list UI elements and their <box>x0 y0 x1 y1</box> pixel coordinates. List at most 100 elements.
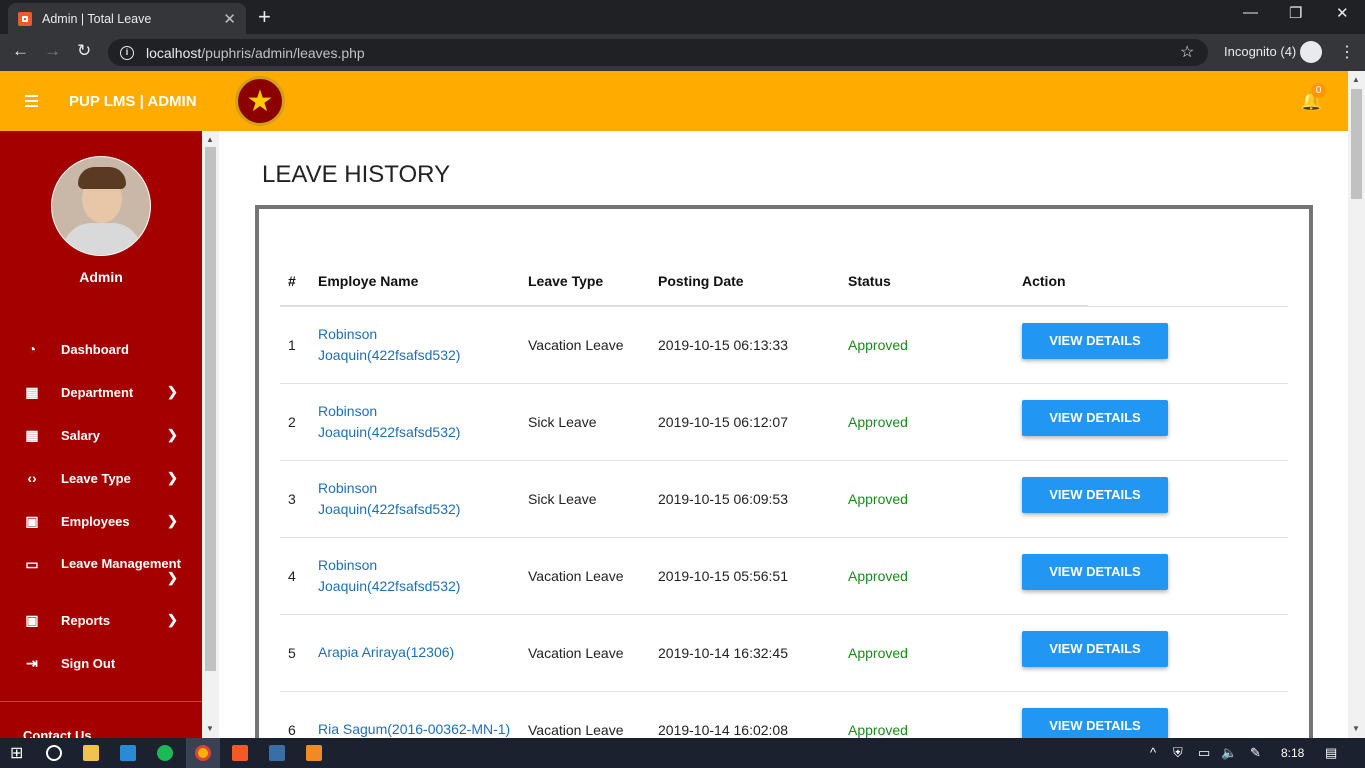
sidebar-item-salary[interactable]: ▦ Salary ❯ <box>0 415 202 455</box>
column-header-empty <box>1088 256 1288 306</box>
employee-link[interactable]: Robinson Joaquin(422fsafsd532) <box>318 403 460 440</box>
chrome-icon[interactable] <box>195 745 211 761</box>
scroll-down-icon[interactable]: ▼ <box>1352 724 1360 733</box>
employee-link[interactable]: Robinson Joaquin(422fsafsd532) <box>318 557 460 594</box>
scroll-up-icon[interactable]: ▲ <box>1352 75 1360 84</box>
sidebar-item-label: Leave Type <box>61 470 131 486</box>
hamburger-icon[interactable] <box>25 95 38 110</box>
sidebar-item-sign-out[interactable]: ⇥ Sign Out <box>0 643 202 683</box>
sidebar-item-employees[interactable]: ▣ Employees ❯ <box>0 501 202 541</box>
sidebar-item-leave-management[interactable]: ▭ Leave Management ❯ <box>0 544 202 592</box>
pen-icon[interactable]: ✎ <box>1250 745 1261 761</box>
main-scroll-thumb[interactable] <box>1351 89 1362 199</box>
browser-toolbar: ← → ↻ i localhost/puphris/admin/leaves.p… <box>0 34 1365 71</box>
employee-link[interactable]: Robinson Joaquin(422fsafsd532) <box>318 326 460 363</box>
contact-link[interactable]: Contact Us <box>23 728 92 738</box>
leave-type: Sick Leave <box>528 459 658 537</box>
employee-name-line1: Robinson <box>318 325 378 342</box>
employee-link[interactable]: Arapia Ariraya(12306) <box>318 644 454 660</box>
xampp-favicon-icon <box>18 11 32 26</box>
defender-icon[interactable]: ⛨ <box>1173 745 1183 761</box>
person-card-icon: ▣ <box>25 512 39 529</box>
tab-title: Admin | Total Leave <box>42 11 152 26</box>
sidebar-user-name: Admin <box>79 269 123 285</box>
restore-icon[interactable]: ❐ <box>1289 4 1302 22</box>
view-details-button[interactable]: VIEW DETAILS <box>1022 476 1168 513</box>
employee-link[interactable]: Robinson Joaquin(422fsafsd532) <box>318 480 460 517</box>
employee-name-line1: Robinson <box>318 479 378 496</box>
row-number: 3 <box>280 459 318 537</box>
main-scrollbar[interactable]: ▲ ▼ <box>1348 71 1365 738</box>
url-path: /puphris/admin/leaves.php <box>201 44 365 61</box>
browser-tab[interactable]: Admin | Total Leave ✕ <box>8 3 246 34</box>
minimize-icon[interactable]: — <box>1243 4 1258 21</box>
battery-icon[interactable]: ▭ <box>1198 745 1210 761</box>
volume-icon[interactable]: 🔈 <box>1221 745 1237 761</box>
chevron-right-icon: ❯ <box>167 384 178 399</box>
sidebar: Admin ◔ Dashboard ▦ Department ❯ ▦ Salar… <box>0 131 202 738</box>
scroll-down-icon[interactable]: ▼ <box>206 724 214 733</box>
employee-name-line1: Arapia Ariraya(12306) <box>318 644 455 660</box>
tray-chevron-icon[interactable]: ^ <box>1150 745 1156 760</box>
scroll-up-icon[interactable]: ▲ <box>206 135 214 144</box>
tab-close-icon[interactable]: ✕ <box>223 10 236 28</box>
vscode-icon[interactable] <box>120 745 136 761</box>
employee-name-line2: Joaquin(422fsafsd532) <box>318 346 461 363</box>
page-title: LEAVE HISTORY <box>262 161 451 188</box>
menu-kebab-icon[interactable]: ⋮ <box>1339 42 1355 62</box>
row-number: 2 <box>280 382 318 460</box>
info-icon[interactable]: i <box>120 45 134 60</box>
sidebar-scrollbar[interactable]: ▲ ▼ <box>202 131 219 738</box>
forward-icon[interactable]: → <box>44 41 61 61</box>
view-details-button[interactable]: VIEW DETAILS <box>1022 322 1168 359</box>
employee-name-line2: Joaquin(422fsafsd532) <box>318 577 461 594</box>
sidebar-item-label: Sign Out <box>61 655 116 671</box>
monitor-icon: ▭ <box>25 556 39 572</box>
employee-name-line1: Robinson <box>318 556 378 573</box>
table-header-row: # Employe Name Leave Type Posting Date S… <box>280 256 1288 307</box>
sidebar-item-label: Employees <box>61 513 130 529</box>
notifications-icon[interactable]: ▤ <box>1325 745 1337 761</box>
view-details-button[interactable]: VIEW DETAILS <box>1022 630 1168 667</box>
row-number: 1 <box>280 305 318 383</box>
new-tab-icon[interactable]: + <box>258 4 271 30</box>
employee-name-line1: Ria Sagum(2016-00362-MN-1) <box>318 721 511 738</box>
sidebar-item-leave-type[interactable]: ‹› Leave Type ❯ <box>0 458 202 498</box>
reload-icon[interactable]: ↻ <box>77 41 91 61</box>
search-icon[interactable] <box>46 745 62 761</box>
table-row: 5 Arapia Ariraya(12306) Vacation Leave 2… <box>280 613 1288 691</box>
column-header: # <box>280 256 318 307</box>
view-details-button[interactable]: VIEW DETAILS <box>1022 553 1168 590</box>
grid-icon: ▦ <box>25 383 39 400</box>
bookmark-star-icon[interactable]: ☆ <box>1180 42 1194 62</box>
url-host: localhost <box>146 44 202 61</box>
xampp-icon[interactable] <box>232 745 248 761</box>
back-icon[interactable]: ← <box>12 41 29 61</box>
spotify-icon[interactable] <box>157 745 173 761</box>
sidebar-item-dashboard[interactable]: ◔ Dashboard <box>0 329 202 369</box>
taskbar-clock[interactable]: 8:18 <box>1281 746 1304 760</box>
windows-taskbar: ⊞ ^ ⛨ ▭ 🔈 ✎ 8:18 ▤ <box>0 738 1365 768</box>
sign-out-icon: ⇥ <box>26 654 38 671</box>
address-bar[interactable]: i localhost/puphris/admin/leaves.php <box>108 39 1208 66</box>
column-header: Employe Name <box>318 256 528 307</box>
sublime-icon[interactable] <box>306 745 322 761</box>
window-close-icon[interactable]: ✕ <box>1336 4 1349 22</box>
brand-title[interactable]: PUP LMS | ADMIN <box>69 93 197 110</box>
code-icon: ‹› <box>27 470 37 486</box>
sidebar-item-reports[interactable]: ▣ Reports ❯ <box>0 600 202 640</box>
app-icon[interactable] <box>269 745 285 761</box>
sidebar-item-department[interactable]: ▦ Department ❯ <box>0 372 202 412</box>
incognito-icon[interactable] <box>1300 41 1322 63</box>
sidebar-scroll-thumb[interactable] <box>205 147 216 671</box>
windows-start-icon[interactable]: ⊞ <box>10 743 26 762</box>
chevron-right-icon: ❯ <box>167 513 178 528</box>
view-details-button[interactable]: VIEW DETAILS <box>1022 399 1168 436</box>
posting-date: 2019-10-15 05:56:51 <box>658 536 848 614</box>
row-number: 4 <box>280 536 318 614</box>
column-header: Status <box>848 256 1022 307</box>
file-explorer-icon[interactable] <box>83 745 99 761</box>
posting-date: 2019-10-15 06:12:07 <box>658 382 848 460</box>
employee-link[interactable]: Ria Sagum(2016-00362-MN-1) <box>318 721 510 737</box>
dashboard-icon: ◔ <box>27 341 37 357</box>
